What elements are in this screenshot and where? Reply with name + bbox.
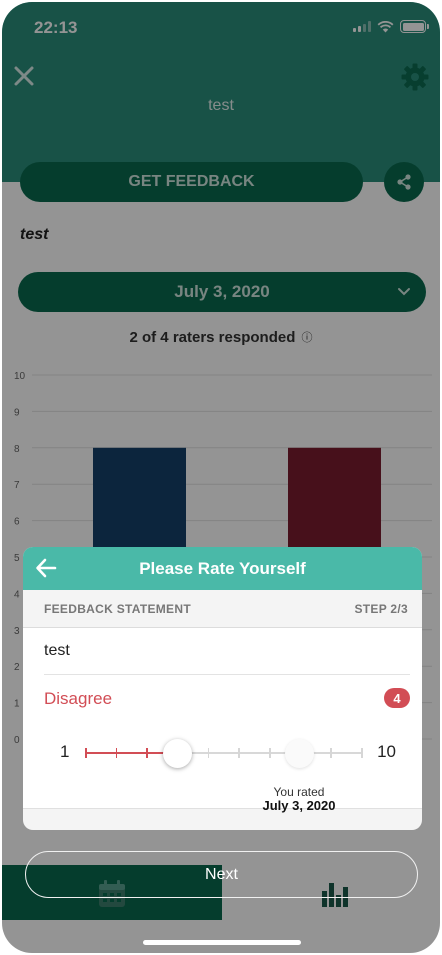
slider-tick: [238, 748, 240, 758]
section-label: FEEDBACK STATEMENT: [44, 601, 191, 616]
previous-rating-marker: [285, 739, 315, 768]
feedback-statement: test: [44, 642, 70, 659]
slider-tick: [85, 748, 87, 758]
rating-value-badge: 4: [384, 688, 410, 708]
modal-header: Please Rate Yourself: [23, 547, 422, 590]
rating-slider[interactable]: [85, 738, 363, 768]
modal-title: Please Rate Yourself: [139, 558, 306, 578]
rating-answer-label: Disagree: [44, 689, 113, 708]
you-rated-date: July 3, 2020: [262, 798, 336, 813]
app-screen: 22:13 test GET FEEDBACK test July 3, 202…: [2, 2, 440, 953]
scale-min-label: 1: [60, 742, 70, 761]
slider-tick: [361, 748, 363, 758]
you-rated-label: You rated: [273, 785, 325, 799]
scale-max-label: 10: [377, 742, 396, 761]
slider-tick: [207, 748, 210, 758]
step-indicator: STEP 2/3: [354, 601, 408, 616]
rate-yourself-modal: Please Rate Yourself FEEDBACK STATEMENT …: [23, 547, 422, 830]
slider-tick: [146, 748, 148, 758]
slider-tick: [330, 748, 332, 758]
next-button[interactable]: Next: [25, 851, 418, 898]
slider-tick: [115, 748, 118, 758]
rating-panel: test Disagree 4 1 10 You rated July 3, 2…: [23, 628, 422, 813]
home-indicator[interactable]: [143, 940, 301, 945]
previous-rating-note: You rated July 3, 2020: [249, 785, 349, 813]
modal-subheader: FEEDBACK STATEMENT STEP 2/3: [23, 590, 422, 628]
back-arrow-icon[interactable]: [35, 557, 57, 579]
modal-footer: [23, 808, 422, 809]
slider-tick: [269, 748, 271, 758]
divider: [44, 674, 410, 675]
slider-thumb[interactable]: [162, 739, 192, 768]
